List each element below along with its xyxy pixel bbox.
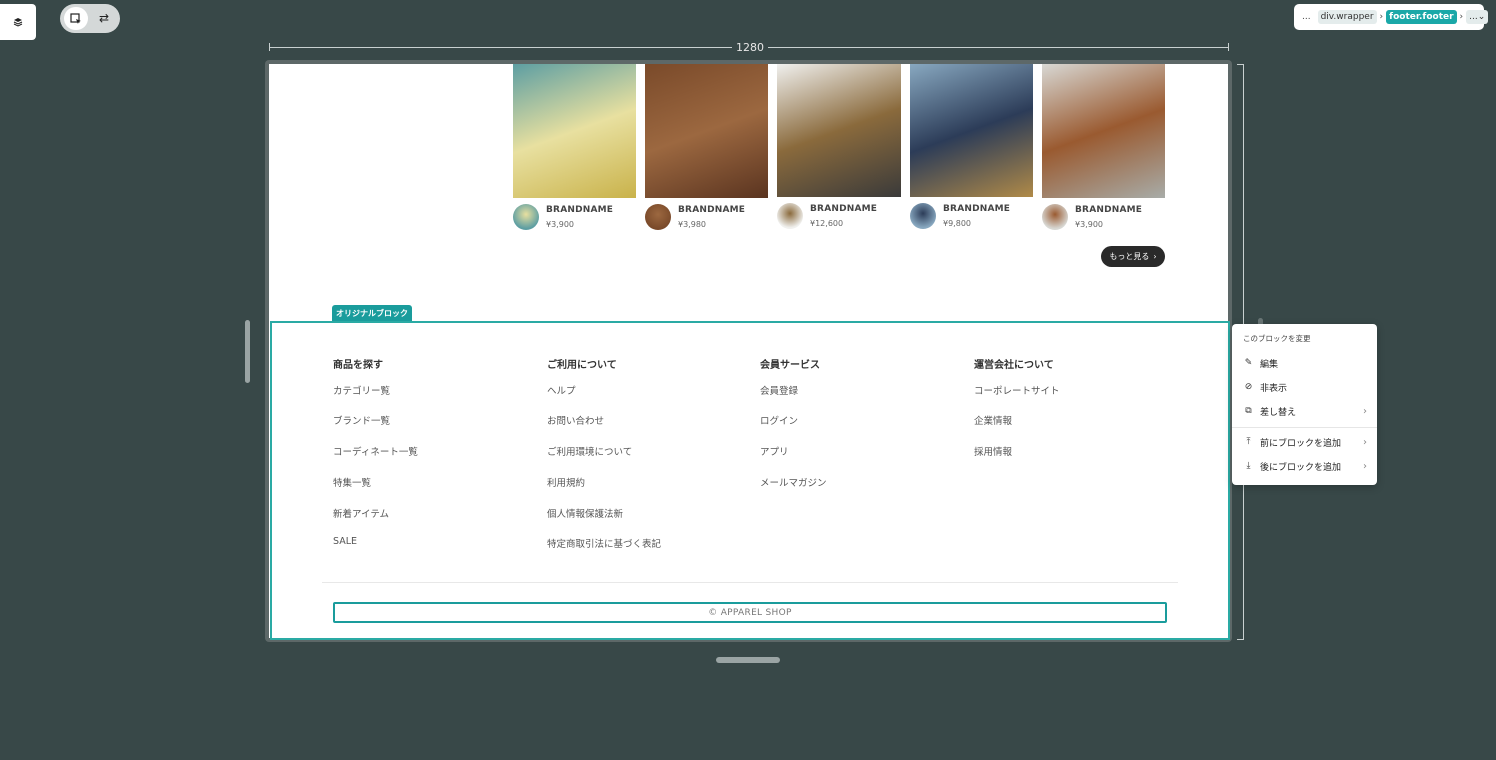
footer-link[interactable]: ログイン bbox=[760, 413, 798, 427]
resize-handle-left[interactable] bbox=[245, 320, 250, 383]
eye-off-icon: ⊘ bbox=[1244, 382, 1253, 392]
swap-mode-button[interactable]: ⇄ bbox=[96, 10, 112, 26]
avatar[interactable] bbox=[645, 204, 671, 230]
chevron-right-icon: › bbox=[1459, 12, 1464, 22]
replace-icon: ⧉ bbox=[1245, 406, 1252, 416]
footer-column-heading: ご利用について bbox=[547, 360, 617, 371]
product-price: ¥12,600 bbox=[810, 219, 844, 228]
breadcrumb-more-dropdown[interactable]: ...⌄ bbox=[1466, 10, 1489, 24]
footer-link[interactable]: ブランド一覧 bbox=[333, 413, 390, 427]
pencil-icon: ✎ bbox=[1244, 358, 1253, 368]
original-block-tag[interactable]: オリジナルブロック bbox=[332, 305, 412, 321]
select-cursor-icon bbox=[70, 12, 81, 24]
chevron-right-icon: › bbox=[1153, 252, 1157, 261]
footer-link[interactable]: メールマガジン bbox=[760, 475, 827, 489]
product-price: ¥3,900 bbox=[1075, 220, 1103, 229]
context-menu-item[interactable]: ✎ 編集 bbox=[1243, 355, 1367, 371]
avatar[interactable] bbox=[1042, 204, 1068, 230]
product-brand[interactable]: BRANDNAME bbox=[943, 204, 1010, 214]
footer-link[interactable]: ヘルプ bbox=[547, 383, 576, 397]
product-photo[interactable] bbox=[1042, 64, 1165, 198]
footer-link[interactable]: コーディネート一覧 bbox=[333, 444, 418, 458]
context-menu-item-label: 差し替え bbox=[1260, 407, 1297, 418]
product-photo[interactable] bbox=[910, 64, 1033, 197]
context-menu-item[interactable]: ⤓ 後にブロックを追加 › bbox=[1243, 458, 1368, 474]
footer-column-heading: 運営会社について bbox=[974, 360, 1054, 371]
footer-link[interactable]: お問い合わせ bbox=[547, 413, 604, 427]
footer-link[interactable]: 新着アイテム bbox=[333, 506, 389, 520]
footer-link[interactable]: アプリ bbox=[760, 444, 789, 458]
chevron-down-icon: ⌄ bbox=[1477, 12, 1486, 22]
footer-column-heading: 会員サービス bbox=[760, 360, 820, 371]
product-photo[interactable] bbox=[513, 64, 636, 198]
product-brand[interactable]: BRANDNAME bbox=[546, 205, 613, 215]
ruler-width-label: 1280 bbox=[732, 41, 768, 54]
breadcrumb-ellipsis[interactable]: ... bbox=[1302, 12, 1311, 22]
layers-button[interactable] bbox=[0, 4, 36, 40]
context-menu-item-label: 非表示 bbox=[1260, 383, 1288, 394]
context-menu-item[interactable]: ⊘ 非表示 bbox=[1243, 379, 1367, 395]
ruler-tick-left bbox=[269, 43, 270, 51]
footer-link[interactable]: 会員登録 bbox=[760, 383, 798, 397]
avatar[interactable] bbox=[910, 203, 936, 229]
footer-link[interactable]: 特集一覧 bbox=[333, 475, 371, 489]
footer-link[interactable]: 企業情報 bbox=[974, 413, 1012, 427]
context-menu-title: このブロックを変更 bbox=[1243, 334, 1311, 343]
product-price: ¥3,900 bbox=[546, 220, 574, 229]
ruler-tick-right bbox=[1228, 43, 1229, 51]
product-brand[interactable]: BRANDNAME bbox=[678, 205, 745, 215]
select-mode-button[interactable] bbox=[64, 7, 88, 30]
copyright-text[interactable]: © APPAREL SHOP bbox=[333, 602, 1167, 623]
more-button-label: もっと見る bbox=[1109, 252, 1150, 261]
footer-link[interactable]: コーポレートサイト bbox=[974, 383, 1060, 397]
swap-arrows-icon: ⇄ bbox=[98, 11, 110, 25]
footer-divider bbox=[322, 582, 1178, 583]
context-menu-item[interactable]: ⧉ 差し替え › bbox=[1243, 403, 1367, 419]
avatar[interactable] bbox=[513, 204, 539, 230]
breadcrumb-item-footer[interactable]: footer.footer bbox=[1386, 10, 1457, 24]
footer-link[interactable]: カテゴリー覧 bbox=[333, 383, 390, 397]
footer-link[interactable]: 個人情報保護法新 bbox=[547, 506, 623, 520]
product-photo[interactable] bbox=[777, 64, 901, 197]
footer-link[interactable]: 特定商取引法に基づく表記 bbox=[547, 536, 661, 550]
insert-before-icon: ⤒ bbox=[1246, 437, 1251, 447]
product-brand[interactable]: BRANDNAME bbox=[1075, 205, 1142, 215]
resize-handle-bottom[interactable] bbox=[716, 657, 780, 663]
chevron-right-icon: › bbox=[1363, 405, 1367, 417]
footer-link[interactable]: ご利用環境について bbox=[547, 444, 632, 458]
context-menu-item-label: 前にブロックを追加 bbox=[1260, 438, 1342, 449]
avatar[interactable] bbox=[777, 203, 803, 229]
insert-after-icon: ⤓ bbox=[1246, 461, 1251, 471]
breadcrumb-item-wrapper[interactable]: div.wrapper bbox=[1317, 10, 1377, 24]
element-breadcrumb: ... div.wrapper › footer.footer › ...⌄ bbox=[1294, 4, 1489, 30]
footer-link[interactable]: 採用情報 bbox=[974, 444, 1012, 458]
more-button[interactable]: もっと見る › bbox=[1101, 246, 1165, 267]
product-price: ¥3,980 bbox=[678, 220, 706, 229]
context-menu-item-label: 編集 bbox=[1260, 359, 1279, 370]
footer-column-heading: 商品を探す bbox=[333, 360, 383, 371]
context-menu-item-label: 後にブロックを追加 bbox=[1260, 462, 1342, 473]
product-photo[interactable] bbox=[645, 64, 768, 198]
chevron-right-icon: › bbox=[1363, 460, 1367, 472]
product-brand[interactable]: BRANDNAME bbox=[810, 204, 877, 214]
chevron-right-icon: › bbox=[1379, 12, 1384, 22]
product-price: ¥9,800 bbox=[943, 219, 971, 228]
menu-divider bbox=[1232, 427, 1377, 428]
footer-link[interactable]: SALE bbox=[333, 536, 357, 547]
footer-selection-outline[interactable] bbox=[270, 321, 1230, 640]
footer-link[interactable]: 利用規約 bbox=[547, 475, 585, 489]
chevron-right-icon: › bbox=[1363, 436, 1367, 448]
context-menu-item[interactable]: ⤒ 前にブロックを追加 › bbox=[1243, 434, 1368, 450]
layers-icon bbox=[13, 18, 23, 27]
